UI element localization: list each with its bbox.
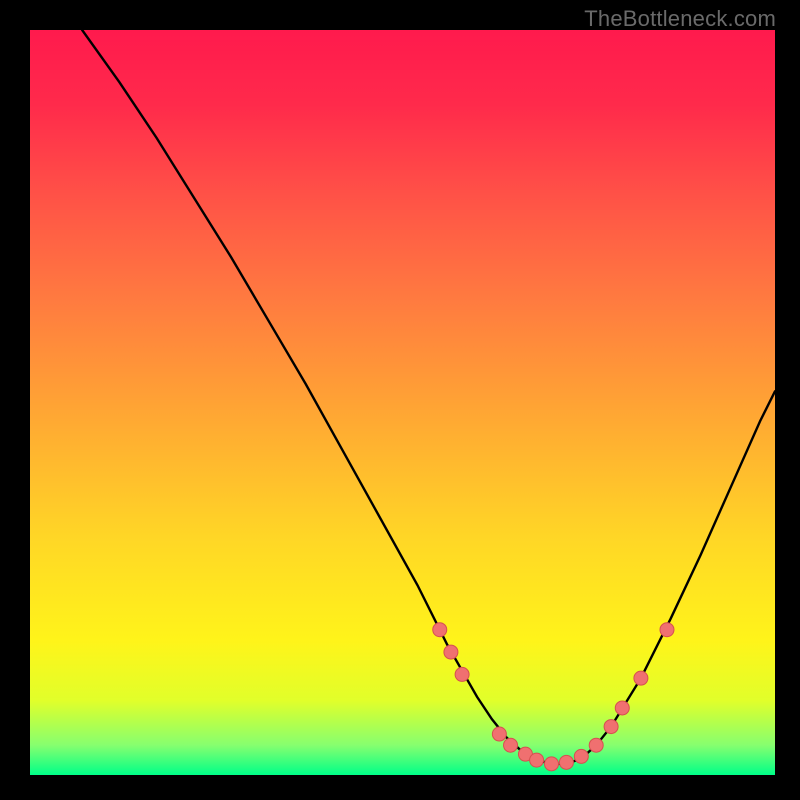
- data-marker: [545, 757, 559, 771]
- data-marker: [504, 738, 518, 752]
- attribution-text: TheBottleneck.com: [584, 6, 776, 32]
- chart-frame: TheBottleneck.com: [0, 0, 800, 800]
- data-marker: [433, 623, 447, 637]
- data-marker: [615, 701, 629, 715]
- data-marker: [604, 720, 618, 734]
- data-marker: [492, 727, 506, 741]
- plot-area: [30, 30, 775, 775]
- curve-line: [82, 30, 775, 764]
- data-marker: [660, 623, 674, 637]
- marker-group: [433, 623, 674, 771]
- chart-overlay: [30, 30, 775, 775]
- data-marker: [559, 755, 573, 769]
- data-marker: [455, 667, 469, 681]
- data-marker: [589, 738, 603, 752]
- data-marker: [444, 645, 458, 659]
- data-marker: [530, 753, 544, 767]
- data-marker: [574, 749, 588, 763]
- data-marker: [634, 671, 648, 685]
